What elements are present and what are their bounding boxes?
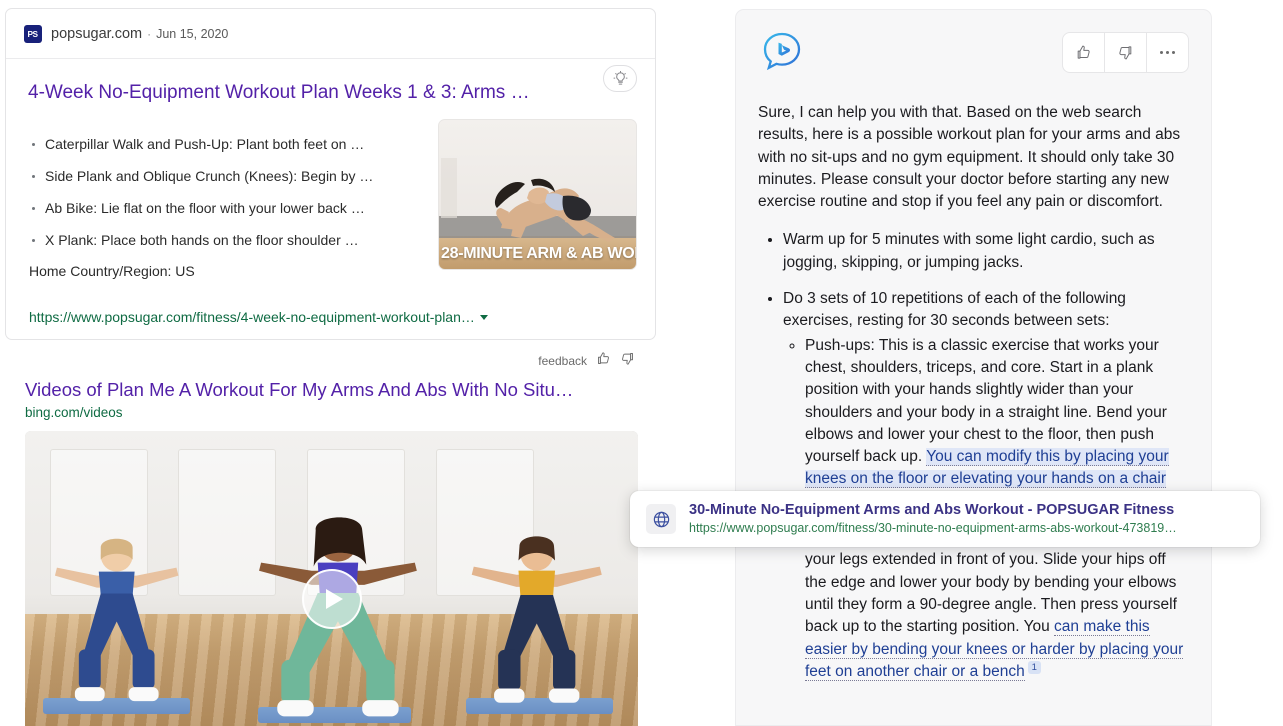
search-results-column: PS popsugar.com · Jun 15, 2020 4-Week No… <box>0 0 660 726</box>
favicon-text: PS <box>27 28 39 39</box>
list-item: Push-ups: This is a classic exercise tha… <box>805 335 1189 491</box>
snippet-meta-text: Home Country/Region: US <box>29 263 195 279</box>
thumbs-up-icon[interactable] <box>596 351 611 371</box>
tooltip-url: https://www.popsugar.com/fitness/30-minu… <box>689 521 1177 535</box>
list-item: X Plank: Place both hands on the floor s… <box>29 231 421 249</box>
sub-item-text: Push-ups: This is a classic exercise tha… <box>805 336 1167 466</box>
result-date: Jun 15, 2020 <box>156 26 229 41</box>
result-feedback-row: feedback <box>538 351 635 371</box>
globe-icon <box>646 504 676 534</box>
chat-bullet-list: Warm up for 5 minutes with some light ca… <box>758 229 1189 683</box>
list-item: Warm up for 5 minutes with some light ca… <box>783 229 1189 274</box>
person-left-decor <box>55 539 179 702</box>
ellipsis-dots-decor <box>1160 51 1175 54</box>
result-source-header: PS popsugar.com · Jun 15, 2020 <box>6 9 655 59</box>
list-item: Do 3 sets of 10 repetitions of each of t… <box>783 288 1189 683</box>
thumbs-up-icon[interactable] <box>1063 33 1104 72</box>
citation-badge[interactable]: 1 <box>1027 660 1041 674</box>
thumbs-down-icon[interactable] <box>620 351 635 371</box>
result-separator: · <box>147 26 152 41</box>
chat-answer-pane: Sure, I can help you with that. Based on… <box>735 9 1212 726</box>
videos-result-block: Videos of Plan Me A Workout For My Arms … <box>25 378 645 420</box>
tooltip-title[interactable]: 30-Minute No-Equipment Arms and Abs Work… <box>689 501 1177 520</box>
bing-chat-logo-icon <box>760 30 804 74</box>
person-right-decor <box>471 536 602 704</box>
snippet-area: Caterpillar Walk and Push-Up: Plant both… <box>24 119 637 295</box>
result-card-body: 4-Week No-Equipment Workout Plan Weeks 1… <box>6 59 655 325</box>
search-results-page: PS popsugar.com · Jun 15, 2020 4-Week No… <box>0 0 1283 726</box>
chat-feedback-group <box>1062 32 1189 73</box>
link-preview-tooltip[interactable]: 30-Minute No-Equipment Arms and Abs Work… <box>630 491 1260 547</box>
result-url-link[interactable]: https://www.popsugar.com/fitness/4-week-… <box>29 309 637 325</box>
chat-intro-paragraph: Sure, I can help you with that. Based on… <box>758 104 1181 211</box>
thumbnail-caption: 28-MINUTE ARM & AB WOR <box>441 245 636 262</box>
list-item-text: Do 3 sets of 10 repetitions of each of t… <box>783 290 1126 330</box>
list-item: Side Plank and Oblique Crunch (Knees): B… <box>29 167 421 185</box>
chat-message-body: Sure, I can help you with that. Based on… <box>736 80 1211 683</box>
result-title-link[interactable]: 4-Week No-Equipment Workout Plan Weeks 1… <box>28 81 568 105</box>
play-icon[interactable] <box>301 569 362 630</box>
chat-header <box>736 10 1211 80</box>
chevron-down-icon[interactable] <box>479 314 488 320</box>
videos-title-link[interactable]: Videos of Plan Me A Workout For My Arms … <box>25 378 625 402</box>
popsugar-favicon-icon: PS <box>24 24 42 43</box>
list-item: Ab Bike: Lie flat on the floor with your… <box>29 199 421 217</box>
lightbulb-icon[interactable] <box>603 65 637 92</box>
snippet-bullet-list: Caterpillar Walk and Push-Up: Plant both… <box>24 135 430 279</box>
organic-result-card: PS popsugar.com · Jun 15, 2020 4-Week No… <box>5 8 656 340</box>
video-thumbnail[interactable] <box>25 431 638 726</box>
videos-source-url: bing.com/videos <box>25 405 123 420</box>
tooltip-text-block: 30-Minute No-Equipment Arms and Abs Work… <box>689 501 1177 537</box>
result-site-name[interactable]: popsugar.com <box>51 26 142 42</box>
play-triangle-decor <box>325 589 343 610</box>
feedback-label: feedback <box>538 354 587 368</box>
more-options-icon[interactable] <box>1147 33 1188 72</box>
sub-item-text-prefix: You <box>1023 618 1055 636</box>
list-item: Caterpillar Walk and Push-Up: Plant both… <box>29 135 421 153</box>
result-thumbnail-image[interactable]: 28-MINUTE ARM & AB WOR <box>438 119 637 270</box>
thumbs-down-icon[interactable] <box>1105 33 1146 72</box>
result-url-text: https://www.popsugar.com/fitness/4-week-… <box>29 309 475 325</box>
